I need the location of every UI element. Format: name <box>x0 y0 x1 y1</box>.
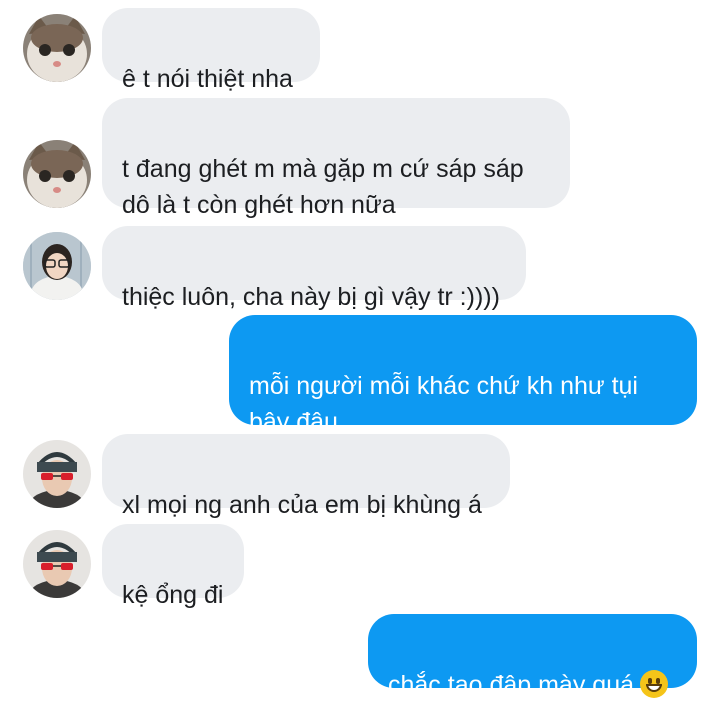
message-text: xl mọi ng anh của em bị khùng á <box>122 491 482 519</box>
message-text: chắc tao đập mày quá <box>388 671 634 699</box>
message-text: kệ ổng đi <box>122 581 224 609</box>
message-bubble[interactable]: chắc tao đập mày quá <box>368 614 697 699</box>
message-bubble[interactable]: kệ ổng đi <box>102 524 244 609</box>
message-bubble[interactable]: t đang ghét m mà gặp m cứ sáp sáp dô là … <box>102 98 570 219</box>
message-text: ê t nói thiệt nha <box>122 65 293 93</box>
guy-avatar[interactable] <box>23 440 91 508</box>
cat-avatar[interactable] <box>23 14 91 82</box>
message-bubble[interactable]: thiệc luôn, cha này bị gì vậy tr :)))) <box>102 226 526 311</box>
message-bubble[interactable]: mỗi người mỗi khác chứ kh như tụi bây đâ… <box>229 315 697 436</box>
message-bubble[interactable]: ê t nói thiệt nha <box>102 8 320 93</box>
girl-photo <box>23 232 91 300</box>
guy-photo <box>23 440 91 508</box>
guy-avatar[interactable] <box>23 530 91 598</box>
cat-photo <box>23 14 91 82</box>
grinning-face-emoji-icon <box>640 670 668 698</box>
message-bubble[interactable]: xl mọi ng anh của em bị khùng á <box>102 434 510 519</box>
guy-photo <box>23 530 91 598</box>
cat-avatar[interactable] <box>23 140 91 208</box>
cat-photo <box>23 140 91 208</box>
message-text: mỗi người mỗi khác chứ kh như tụi bây đâ… <box>249 372 638 436</box>
message-text: t đang ghét m mà gặp m cứ sáp sáp dô là … <box>122 155 524 219</box>
message-text: thiệc luôn, cha này bị gì vậy tr :)))) <box>122 283 500 311</box>
girl-avatar[interactable] <box>23 232 91 300</box>
